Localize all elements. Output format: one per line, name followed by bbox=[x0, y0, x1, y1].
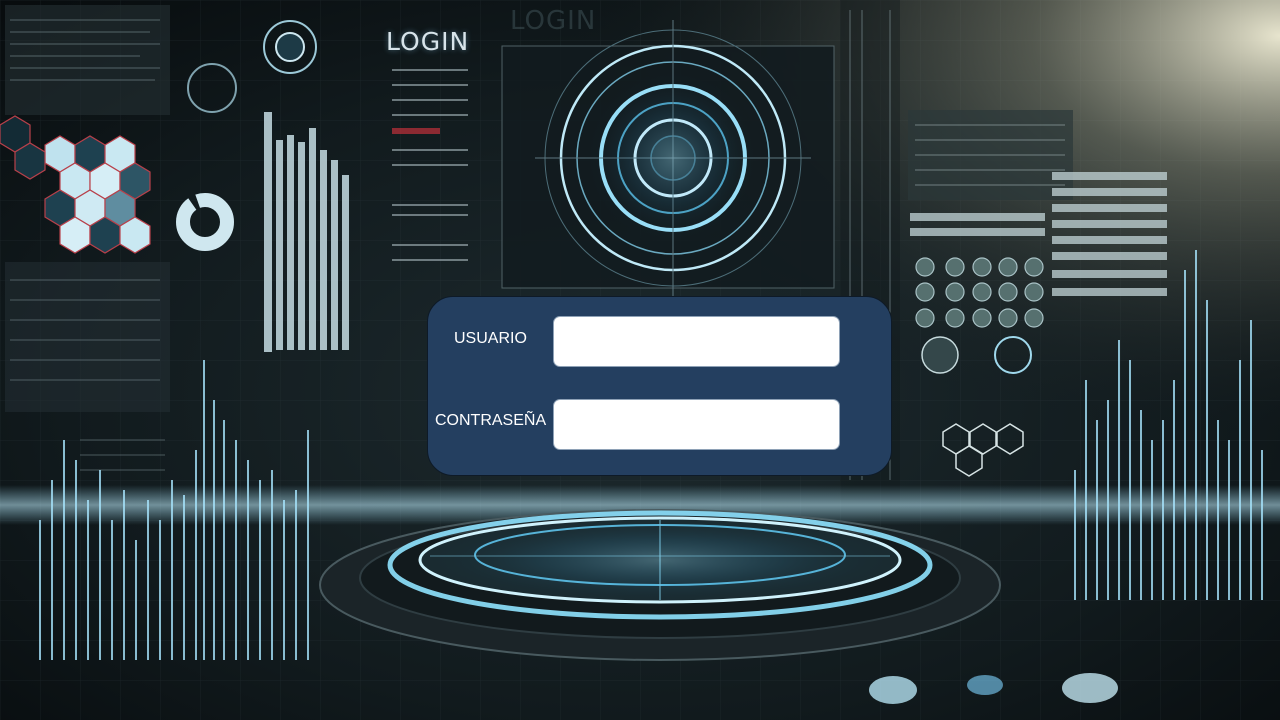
page-title: LOGIN bbox=[386, 27, 470, 56]
password-label: CONTRASEÑA bbox=[435, 412, 547, 429]
password-field[interactable] bbox=[553, 399, 840, 450]
title-reflection: LOGIN bbox=[510, 6, 597, 36]
login-form: USUARIO CONTRASEÑA bbox=[427, 296, 892, 476]
username-label: USUARIO bbox=[454, 330, 527, 347]
username-field[interactable] bbox=[553, 316, 840, 367]
